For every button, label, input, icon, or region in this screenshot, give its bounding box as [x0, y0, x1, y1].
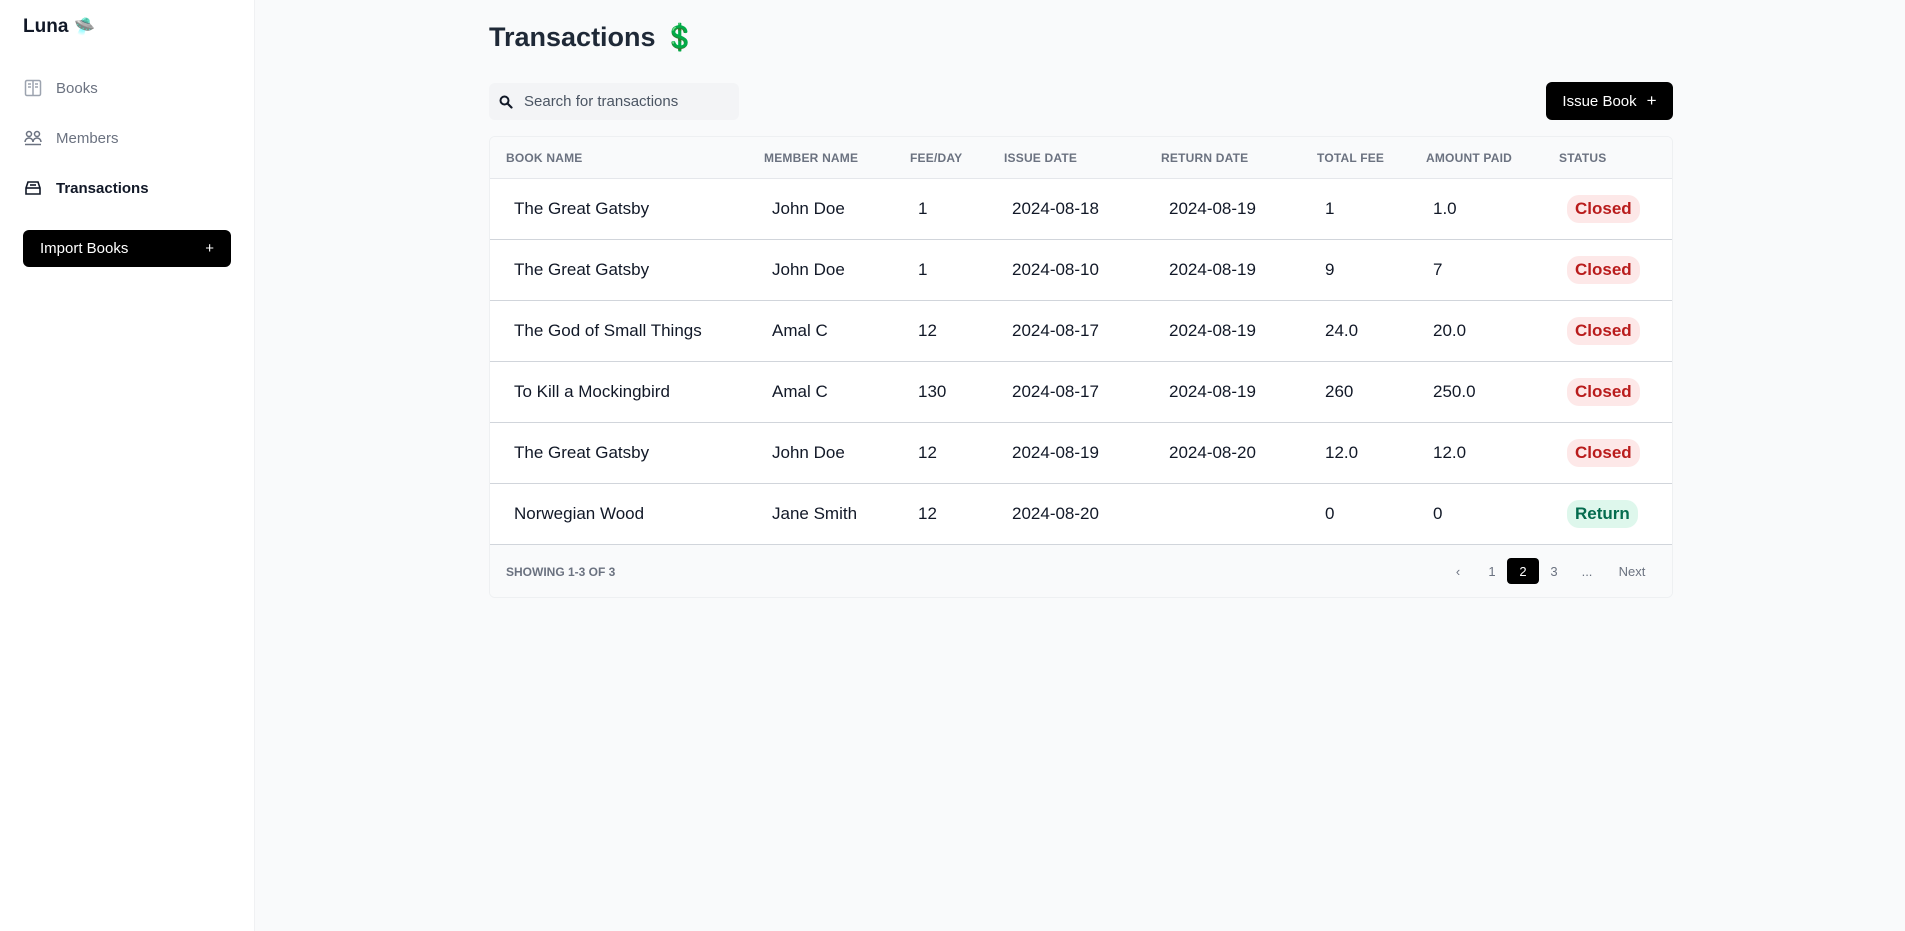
sidebar-item-label: Members — [56, 129, 119, 147]
cell-fee-day: 12 — [918, 321, 937, 340]
cell-return-date: 2024-08-20 — [1169, 443, 1256, 462]
column-header: TOTAL FEE — [1317, 151, 1385, 165]
status-badge: Closed — [1567, 195, 1640, 223]
column-header: STATUS — [1559, 151, 1607, 165]
cell-total-fee: 260 — [1325, 382, 1354, 401]
cell-return-date: 2024-08-19 — [1169, 260, 1256, 279]
cell-member-name: Amal C — [772, 321, 828, 340]
cell-total-fee: 1 — [1325, 199, 1335, 218]
table-row[interactable]: The Great Gatsby John Doe 1 2024-08-10 2… — [490, 240, 1672, 301]
column-header: FEE/DAY — [910, 151, 963, 165]
sidebar-item-label: Books — [56, 79, 98, 97]
table-row[interactable]: The Great Gatsby John Doe 1 2024-08-18 2… — [490, 179, 1672, 240]
cell-book-name: The Great Gatsby — [514, 199, 650, 218]
cell-return-date: 2024-08-19 — [1169, 382, 1256, 401]
page-1-button[interactable]: 1 — [1479, 558, 1505, 584]
column-header: BOOK NAME — [506, 151, 583, 165]
column-header: MEMBER NAME — [764, 151, 859, 165]
cell-return-date: 2024-08-19 — [1169, 321, 1256, 340]
cell-amount-paid: 250.0 — [1433, 382, 1476, 401]
page-title-text: Transactions — [489, 22, 656, 52]
sidebar-item-transactions[interactable]: Transactions — [23, 176, 149, 200]
cell-member-name: Jane Smith — [772, 504, 858, 523]
transactions-table: BOOK NAME MEMBER NAME FEE/DAY ISSUE DATE… — [489, 136, 1673, 598]
column-header: AMOUNT PAID — [1426, 151, 1512, 165]
status-badge: Closed — [1567, 256, 1640, 284]
sidebar-item-label: Transactions — [56, 179, 149, 197]
cell-total-fee: 24.0 — [1325, 321, 1359, 340]
table-row[interactable]: Norwegian Wood Jane Smith 12 2024-08-20 … — [490, 484, 1672, 545]
search-icon — [499, 95, 513, 109]
cell-book-name: Norwegian Wood — [514, 504, 645, 523]
table-row[interactable]: To Kill a Mockingbird Amal C 130 2024-08… — [490, 362, 1672, 423]
book-icon — [23, 78, 43, 98]
cell-amount-paid: 0 — [1433, 504, 1443, 523]
sidebar-item-books[interactable]: Books — [23, 76, 98, 100]
cell-fee-day: 130 — [918, 382, 947, 401]
next-page-button[interactable]: Next — [1612, 558, 1652, 584]
import-books-label: Import Books — [40, 240, 129, 257]
cell-amount-paid: 20.0 — [1433, 321, 1467, 340]
cell-book-name: The God of Small Things — [514, 321, 702, 340]
cell-total-fee: 9 — [1325, 260, 1335, 279]
cell-book-name: The Great Gatsby — [514, 443, 650, 462]
status-badge: Closed — [1567, 317, 1640, 345]
showing-count: SHOWING 1-3 OF 3 — [506, 565, 616, 579]
cell-fee-day: 12 — [918, 504, 937, 523]
prev-page-button[interactable]: ‹ — [1445, 558, 1471, 584]
column-header: ISSUE DATE — [1004, 151, 1078, 165]
cell-issue-date: 2024-08-19 — [1012, 443, 1099, 462]
cell-fee-day: 12 — [918, 443, 937, 462]
ellipsis: ... — [1581, 563, 1593, 579]
inbox-icon — [23, 178, 43, 198]
cell-amount-paid: 7 — [1433, 260, 1443, 279]
table-row[interactable]: The Great Gatsby John Doe 12 2024-08-19 … — [490, 423, 1672, 484]
search-box[interactable] — [489, 83, 739, 120]
issue-book-label: Issue Book — [1562, 92, 1637, 110]
cell-fee-day: 1 — [918, 260, 928, 279]
return-button[interactable]: Return — [1567, 500, 1638, 528]
cell-fee-day: 1 — [918, 199, 928, 218]
cell-member-name: Amal C — [772, 382, 828, 401]
page-3-button[interactable]: 3 — [1541, 558, 1567, 584]
table-row[interactable]: The God of Small Things Amal C 12 2024-0… — [490, 301, 1672, 362]
brand[interactable]: Luna 🛸 — [23, 16, 96, 38]
cell-total-fee: 0 — [1325, 504, 1335, 523]
brand-name: Luna — [23, 16, 69, 37]
import-books-button[interactable]: Import Books + — [23, 230, 231, 267]
status-badge: Closed — [1567, 439, 1640, 467]
ufo-icon: 🛸 — [74, 17, 96, 36]
cell-return-date: 2024-08-19 — [1169, 199, 1256, 218]
cell-issue-date: 2024-08-10 — [1012, 260, 1099, 279]
table-header: BOOK NAME MEMBER NAME FEE/DAY ISSUE DATE… — [490, 137, 1672, 179]
cell-amount-paid: 12.0 — [1433, 443, 1467, 462]
cell-issue-date: 2024-08-17 — [1012, 382, 1099, 401]
cell-book-name: The Great Gatsby — [514, 260, 650, 279]
issue-book-button[interactable]: Issue Book + — [1546, 82, 1673, 120]
sidebar-item-members[interactable]: Members — [23, 126, 119, 150]
cell-member-name: John Doe — [772, 443, 845, 462]
page-2-button[interactable]: 2 — [1507, 558, 1539, 584]
cell-issue-date: 2024-08-17 — [1012, 321, 1099, 340]
status-badge: Closed — [1567, 378, 1640, 406]
members-icon — [23, 128, 43, 148]
plus-icon: + — [1646, 91, 1657, 110]
cell-member-name: John Doe — [772, 199, 845, 218]
sidebar: Luna 🛸 Books Members Transactions Import… — [0, 0, 255, 931]
cell-issue-date: 2024-08-18 — [1012, 199, 1099, 218]
search-input[interactable] — [524, 93, 724, 110]
cell-total-fee: 12.0 — [1325, 443, 1359, 462]
dollar-icon: 💲 — [663, 22, 696, 52]
cell-amount-paid: 1.0 — [1433, 199, 1457, 218]
table-footer: SHOWING 1-3 OF 3 ‹ 1 2 3 ... Next — [490, 545, 1672, 597]
cell-issue-date: 2024-08-20 — [1012, 504, 1099, 523]
page-title: Transactions 💲 — [489, 22, 696, 53]
cell-book-name: To Kill a Mockingbird — [514, 382, 670, 401]
plus-icon: + — [205, 240, 214, 257]
column-header: RETURN DATE — [1161, 151, 1249, 165]
cell-member-name: John Doe — [772, 260, 845, 279]
